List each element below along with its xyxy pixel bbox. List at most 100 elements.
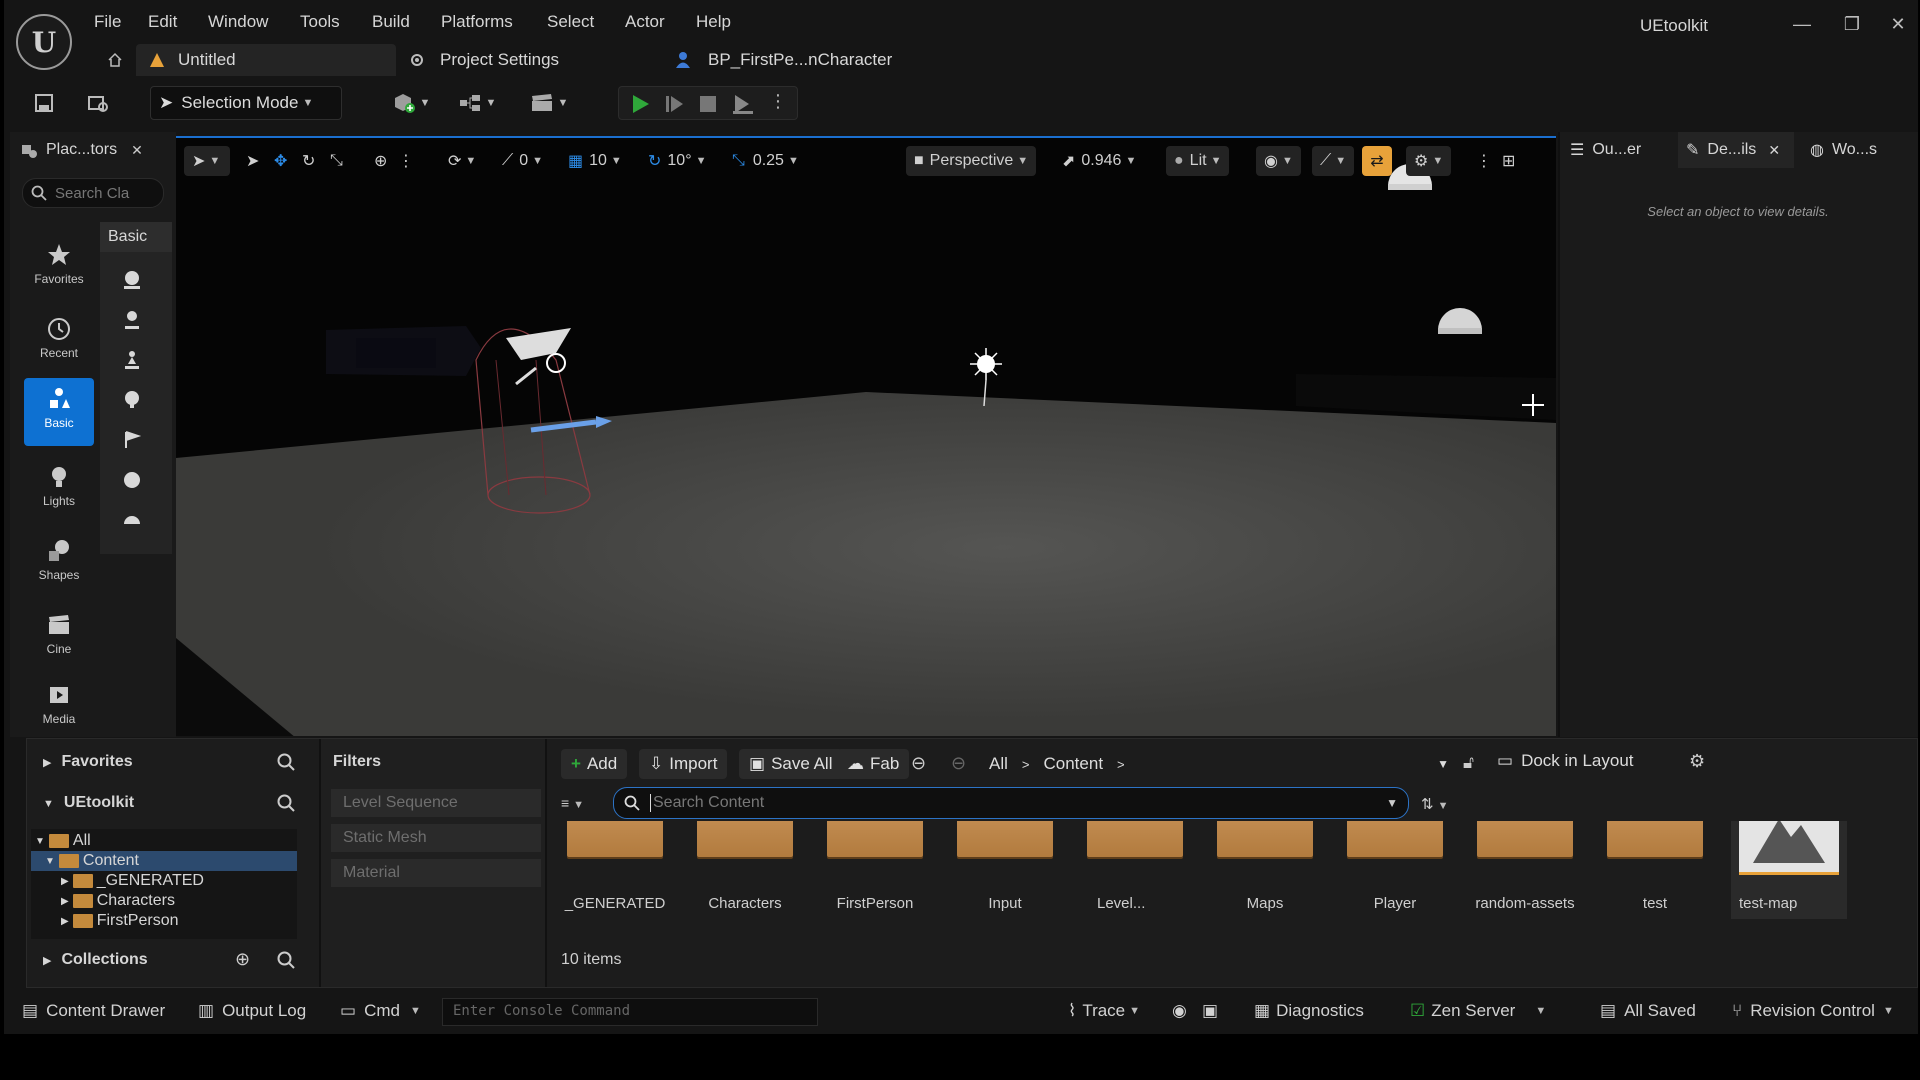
asset-tile[interactable]: Maps: [1213, 821, 1317, 925]
empty-actor-icon[interactable]: [114, 264, 150, 296]
asset-tile[interactable]: Input: [953, 821, 1057, 925]
pawn-icon[interactable]: [114, 344, 150, 376]
collections-section[interactable]: ▶ Collections: [43, 951, 148, 969]
place-actors-tab[interactable]: Plac...tors ✕: [10, 132, 176, 168]
category-recent[interactable]: Recent: [24, 308, 94, 374]
menu-tools[interactable]: Tools: [300, 12, 340, 36]
snap-angle-button[interactable]: ⟋ 0 ▼: [502, 146, 543, 176]
restore-icon[interactable]: ❐: [1832, 10, 1872, 38]
browse-icon[interactable]: [80, 86, 116, 120]
tab-outliner[interactable]: ☰ Ou...er: [1570, 132, 1641, 168]
asset-tile[interactable]: random-assets: [1473, 821, 1577, 925]
tab-untitled[interactable]: Untitled: [136, 44, 396, 76]
more-options-icon[interactable]: ⋮: [769, 91, 787, 112]
category-media[interactable]: Media: [24, 674, 94, 740]
asset-tile[interactable]: test: [1603, 821, 1707, 925]
view-mode-dropdown[interactable]: ● Lit ▼: [1166, 146, 1230, 176]
console-input[interactable]: Enter Console Command: [442, 998, 818, 1026]
transform-more-icon[interactable]: ⋮: [398, 146, 414, 176]
sort-dropdown[interactable]: ⇅ ▼: [1421, 795, 1448, 813]
asset-tile[interactable]: Characters: [693, 821, 797, 925]
viewport-more-icon[interactable]: ⋮: [1476, 146, 1492, 176]
asset-tile[interactable]: _GENERATED: [563, 821, 667, 925]
scale-snap-button[interactable]: ⤡ 0.25 ▼: [732, 146, 799, 176]
show-flags-button[interactable]: ◉ ▼: [1256, 146, 1301, 176]
record-icon[interactable]: ◉: [1172, 990, 1187, 1032]
tree-item-generated[interactable]: ▶ _GENERATED: [61, 871, 204, 891]
select-tool-icon[interactable]: ➤: [246, 146, 259, 176]
camera-speed-button[interactable]: ⬈ 0.946 ▼: [1062, 146, 1136, 176]
save-icon[interactable]: [26, 86, 62, 120]
search-icon[interactable]: [277, 951, 295, 969]
search-icon[interactable]: [277, 753, 295, 771]
minimize-icon[interactable]: —: [1782, 10, 1822, 38]
close-tab-icon[interactable]: ✕: [131, 142, 143, 159]
tree-item-firstperson[interactable]: ▶ FirstPerson: [61, 911, 179, 931]
diagnostics-button[interactable]: ▦ Diagnostics: [1254, 990, 1364, 1032]
tab-world-settings[interactable]: ◍ Wo...s: [1810, 132, 1877, 168]
screenshot-icon[interactable]: ▣: [1202, 990, 1218, 1032]
category-favorites[interactable]: Favorites: [24, 234, 94, 300]
stop-icon[interactable]: [697, 93, 719, 115]
revision-control-dropdown[interactable]: ⑂ Revision Control ▼: [1732, 990, 1894, 1032]
selection-mode-dropdown[interactable]: ➤ Selection Mode ▼: [150, 86, 342, 120]
add-collection-icon[interactable]: ⊕: [235, 949, 250, 970]
search-icon[interactable]: [277, 794, 295, 812]
close-window-icon[interactable]: ✕: [1878, 10, 1918, 38]
favorites-section[interactable]: ▶ Favorites: [43, 753, 133, 771]
settings-gear-icon[interactable]: ⚙: [1689, 751, 1705, 772]
zen-server-dropdown[interactable]: ☑ Zen Server ▼: [1410, 990, 1546, 1032]
menu-file[interactable]: File: [94, 12, 121, 36]
tab-blueprint[interactable]: BP_FirstPe...nCharacter: [674, 44, 934, 76]
filter-dropdown[interactable]: ≡ ▼: [561, 795, 584, 811]
breadcrumb-content[interactable]: Content: [1044, 754, 1104, 774]
unreal-logo[interactable]: U: [16, 14, 72, 70]
all-saved-button[interactable]: ▤ All Saved: [1600, 990, 1696, 1032]
add-button[interactable]: + Add: [561, 749, 628, 779]
asset-tile-map[interactable]: test-map: [1731, 821, 1847, 919]
realtime-toggle-icon[interactable]: ⇄: [1362, 146, 1392, 176]
category-basic[interactable]: Basic: [24, 378, 94, 446]
menu-window[interactable]: Window: [208, 12, 268, 36]
world-local-icon[interactable]: ⊕: [374, 146, 387, 176]
dock-in-layout-button[interactable]: ▭ Dock in Layout: [1497, 751, 1634, 771]
viewport-options-button[interactable]: ➤ ▼: [184, 146, 230, 176]
category-lights[interactable]: Lights: [24, 456, 94, 522]
cmd-dropdown[interactable]: ▭ Cmd ▼: [340, 990, 421, 1032]
menu-build[interactable]: Build: [372, 12, 410, 36]
place-actors-search[interactable]: Search Cla: [22, 178, 164, 208]
asset-tile[interactable]: Level...: [1083, 821, 1187, 925]
save-all-button[interactable]: ▣ Save All: [739, 749, 843, 779]
filter-level-sequence[interactable]: Level Sequence: [331, 789, 541, 817]
content-search-input[interactable]: Search Content ▼: [613, 787, 1409, 819]
character-icon[interactable]: [114, 304, 150, 336]
play-icon[interactable]: [629, 93, 651, 115]
surface-snap-button[interactable]: ⟳ ▼: [448, 146, 476, 176]
breadcrumb-all[interactable]: All: [989, 754, 1008, 774]
menu-edit[interactable]: Edit: [148, 12, 177, 36]
sky-sphere-icon[interactable]: [114, 504, 150, 536]
menu-platforms[interactable]: Platforms: [441, 12, 513, 36]
category-cine[interactable]: Cine: [24, 604, 94, 670]
tree-item-characters[interactable]: ▶ Characters: [61, 891, 175, 911]
fab-button[interactable]: ☁ Fab: [837, 749, 910, 779]
grid-snap-button[interactable]: ▦ 10 ▼: [568, 146, 622, 176]
translate-tool-icon[interactable]: ✥: [274, 146, 287, 176]
sphere-icon[interactable]: [114, 464, 150, 496]
history-dropdown-icon[interactable]: ▼: [1437, 757, 1449, 771]
tree-item-all[interactable]: ▼ All: [35, 831, 91, 851]
scale-tool-icon[interactable]: ⤡: [330, 146, 343, 176]
content-drawer-button[interactable]: ▤ Content Drawer: [22, 990, 165, 1032]
forward-icon[interactable]: ⊖: [951, 753, 966, 774]
menu-select[interactable]: Select: [547, 12, 594, 36]
close-tab-icon[interactable]: ✕: [1768, 142, 1780, 159]
back-icon[interactable]: ⊖: [911, 753, 926, 774]
performance-button[interactable]: ⟋ ▼: [1312, 146, 1355, 176]
home-icon[interactable]: [102, 44, 128, 76]
eject-icon[interactable]: [731, 93, 755, 115]
point-light-icon[interactable]: [114, 384, 150, 416]
project-section[interactable]: ▼ UEtoolkit: [43, 794, 134, 812]
filter-static-mesh[interactable]: Static Mesh: [331, 824, 541, 852]
import-button[interactable]: ⇩ Import: [639, 749, 728, 779]
player-start-icon[interactable]: [114, 424, 150, 456]
